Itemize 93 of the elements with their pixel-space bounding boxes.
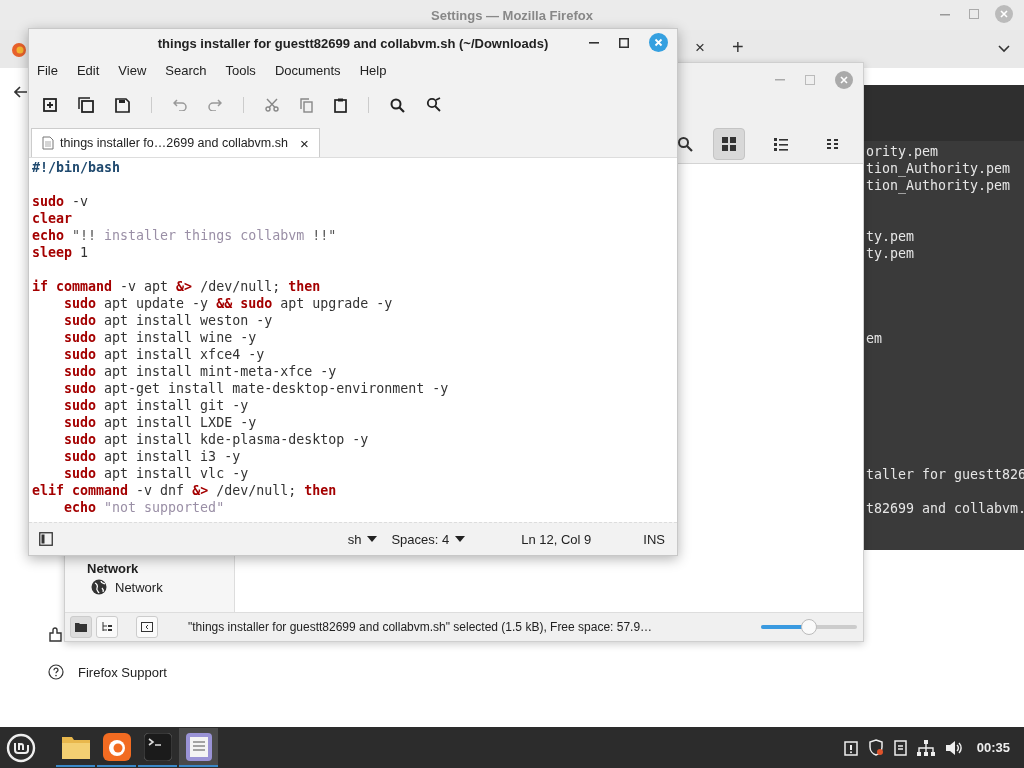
volume-icon[interactable] [944, 739, 963, 756]
tab-close-button[interactable]: × [695, 38, 705, 58]
code-line: #!/bin/bash [32, 159, 121, 176]
menu-logo-icon[interactable] [6, 732, 36, 763]
code-line: sudo apt install mint-meta-xfce -y [63, 363, 337, 380]
places-button[interactable] [70, 616, 92, 638]
shield-icon[interactable] [867, 739, 884, 756]
menu-item[interactable]: Search [159, 62, 213, 78]
panel-icon [141, 622, 153, 632]
copy-document-icon[interactable] [78, 97, 94, 113]
menu-item[interactable]: Tools [219, 62, 262, 78]
code-line: sudo apt install weston -y [63, 312, 273, 329]
cursor-position: Ln 12, Col 9 [521, 531, 592, 547]
caret-icon [367, 536, 378, 542]
code-line: sudo apt install kde-plasma-desktop -y [63, 431, 369, 448]
code-line: clear [32, 210, 73, 227]
text-editor-app-icon[interactable] [179, 728, 218, 767]
caret-icon [455, 536, 466, 542]
globe-icon [91, 579, 107, 595]
sidebar-heading: Network [86, 560, 140, 578]
terminal-icon [143, 732, 172, 761]
code-line: if command -v apt &> /dev/null; then [32, 278, 321, 295]
document-tab[interactable]: things installer fo…2699 and collabvm.sh × [31, 128, 320, 157]
code-line: sudo apt install git -y [63, 397, 249, 414]
document-icon [42, 136, 54, 150]
terminal-line: tion_Authority.pem [865, 177, 1011, 194]
menu-item[interactable]: Help [353, 62, 393, 78]
document-icon[interactable] [893, 739, 907, 756]
code-line: sudo apt install LXDE -y [63, 414, 257, 431]
terminal-line: tion_Authority.pem [865, 160, 1011, 177]
code-line: sudo apt install xfce4 -y [63, 346, 265, 363]
new-document-icon[interactable] [43, 98, 57, 112]
copy-icon[interactable] [300, 97, 313, 113]
sidebar-item[interactable]: Network [65, 578, 163, 595]
menu-item[interactable]: File [31, 62, 64, 78]
tab-width-dropdown[interactable]: Spaces: 4 [391, 531, 466, 547]
find-replace-icon[interactable] [426, 97, 442, 113]
code-line: echo "!! installer things collabvm !!" [32, 227, 337, 244]
code-line: sudo apt-get install mate-desktop-environment -y [63, 380, 449, 397]
folder-icon [75, 622, 87, 632]
save-icon[interactable] [115, 97, 130, 113]
browser-icon [102, 732, 131, 761]
tree-icon [101, 622, 113, 632]
code-line: sudo -v [32, 193, 89, 210]
close-icon[interactable] [649, 33, 668, 52]
notepad-icon [185, 732, 212, 761]
code-line: echo "not supported" [63, 499, 225, 516]
terminal-line: ty.pem [865, 228, 915, 245]
new-tab-button[interactable]: + [732, 36, 744, 59]
grid-view-button[interactable] [713, 128, 745, 160]
scissors-icon[interactable] [265, 98, 279, 112]
search-icon[interactable] [390, 97, 405, 113]
support-link[interactable]: Firefox Support [78, 664, 167, 680]
menu-item[interactable]: View [112, 62, 153, 78]
code-line: sudo apt install i3 -y [63, 448, 241, 465]
side-panel-icon[interactable] [39, 532, 53, 546]
terminal-line: ority.pem [865, 143, 939, 160]
chevron-down-icon[interactable] [998, 45, 1010, 53]
network-icon[interactable] [916, 739, 935, 756]
code-line: elif command -v dnf &> /dev/null; then [32, 482, 337, 499]
panel-toggle-button[interactable] [136, 616, 158, 638]
terminal-line: ty.pem [865, 245, 915, 262]
list-icon [773, 136, 789, 152]
puzzle-icon[interactable] [48, 627, 64, 643]
terminal-line: t82699 and collabvm. [865, 500, 1024, 517]
code-line: sudo apt install vlc -y [63, 465, 249, 482]
code-line: sudo apt update -y && sudo apt upgrade -y [63, 295, 393, 312]
minimize-icon[interactable] [589, 41, 599, 44]
maximize-icon[interactable] [619, 37, 629, 48]
tab-close-button[interactable]: × [299, 134, 309, 152]
back-arrow-icon[interactable] [14, 86, 28, 98]
search-icon[interactable] [677, 136, 693, 152]
menu-item[interactable]: Documents [268, 62, 347, 78]
window-title: things installer for guestt82699 and collabvm.sh (~/Downloads) [157, 35, 549, 51]
window-title: Settings — Mozilla Firefox [431, 7, 593, 23]
status-text: "things installer for guestt82699 and collabvm.sh" selected (1.5 kB), Free space: 57.9… [188, 620, 653, 634]
insert-mode: INS [643, 531, 665, 547]
tree-button[interactable] [96, 616, 118, 638]
code-line: sleep 1 [32, 244, 89, 261]
compact-list-icon [826, 137, 840, 151]
undo-icon[interactable] [173, 99, 187, 111]
tab-label[interactable]: things installer fo…2699 and collabvm.sh [60, 136, 288, 150]
zoom-slider[interactable] [761, 619, 857, 635]
menu-item[interactable]: Edit [70, 62, 106, 78]
grid-icon [721, 136, 737, 152]
code-line: sudo apt install wine -y [63, 329, 257, 346]
terminal-line: em [865, 330, 882, 347]
browser-logo-icon [12, 43, 26, 57]
language-dropdown[interactable]: sh [347, 531, 378, 547]
redo-icon[interactable] [208, 99, 222, 111]
help-icon [48, 664, 64, 680]
clipboard-icon[interactable] [334, 97, 347, 113]
clock: 00:35 [976, 740, 1010, 755]
